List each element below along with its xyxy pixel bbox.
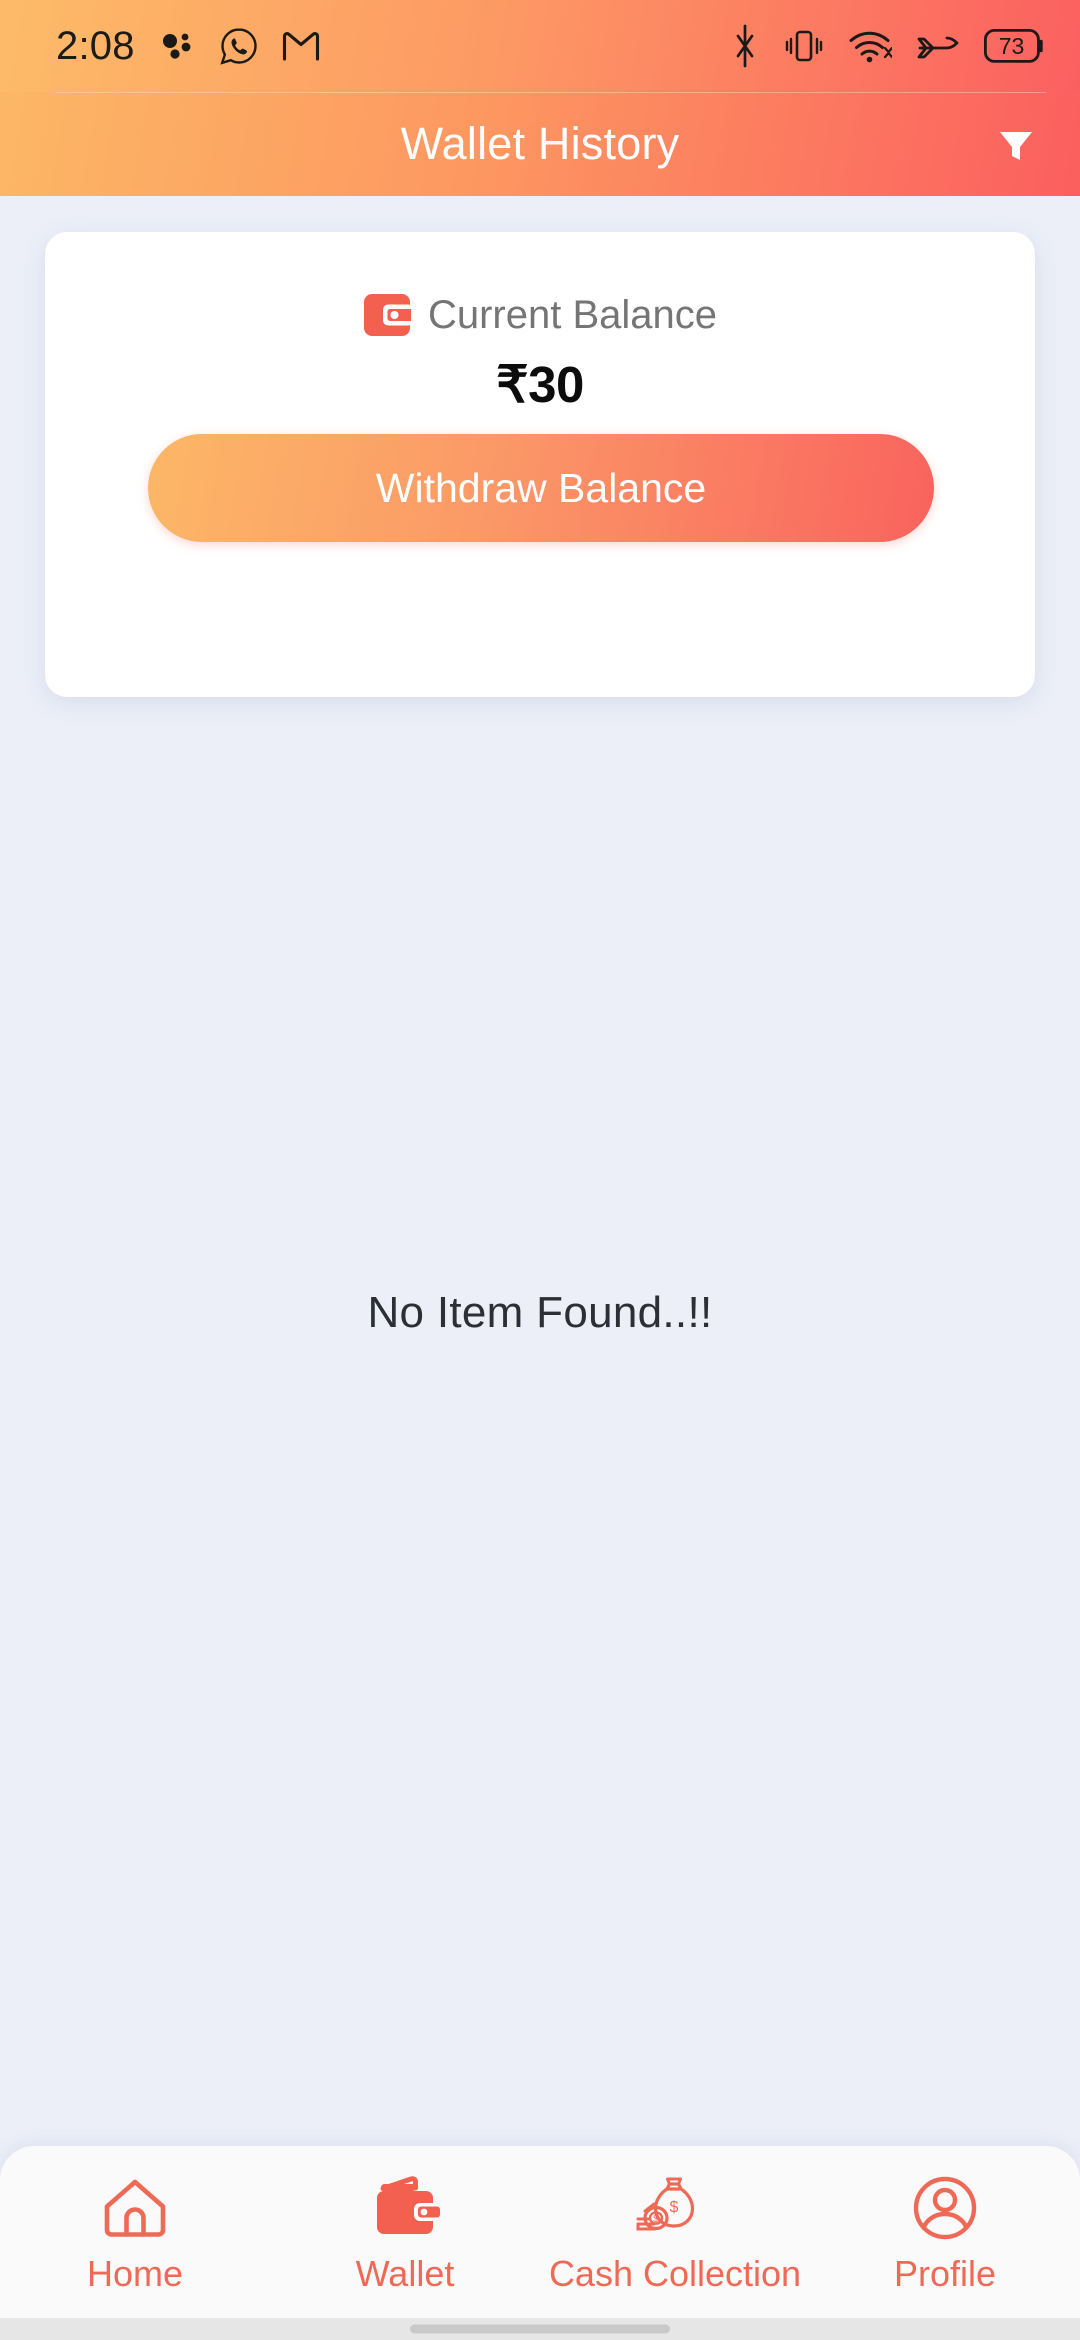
whatsapp-icon [220, 28, 257, 65]
gesture-pill[interactable] [410, 2324, 670, 2334]
gmail-icon [282, 32, 319, 61]
airplane-mode-icon [917, 36, 959, 59]
svg-text:$: $ [670, 2199, 679, 2216]
nav-label-home: Home [86, 2253, 184, 2294]
nav-item-wallet[interactable]: Wallet [270, 2172, 540, 2295]
status-bar: 2:08 73 [0, 0, 1080, 92]
wallet-filled-icon [370, 2172, 440, 2244]
nav-item-profile[interactable]: Profile [810, 2172, 1080, 2295]
dots-cluster-icon [162, 33, 191, 59]
battery-percent-label: 73 [998, 32, 1025, 59]
empty-state-message: No Item Found..!! [367, 1288, 713, 1337]
filter-button[interactable] [978, 106, 1054, 182]
vibrate-icon [785, 30, 823, 62]
home-icon [101, 2172, 169, 2244]
balance-label-row: Current Balance [45, 292, 1035, 338]
gesture-navigation-bar[interactable] [0, 2318, 1080, 2340]
bottom-navigation-bar: Home Wallet $ $ Cash Collection Profile [0, 2146, 1080, 2318]
nav-item-cash-collection[interactable]: $ $ Cash Collection [540, 2172, 810, 2295]
balance-label: Current Balance [427, 292, 718, 337]
wifi-icon [849, 31, 892, 63]
filter-funnel-icon [1000, 132, 1032, 160]
system-status-icons: 73 [730, 24, 1046, 68]
nav-label-wallet: Wallet [355, 2253, 455, 2294]
person-circle-icon [911, 2172, 979, 2244]
withdraw-balance-button[interactable]: Withdraw Balance [148, 434, 934, 542]
nav-item-home[interactable]: Home [0, 2172, 270, 2295]
nav-label-cash-collection: Cash Collection [548, 2253, 802, 2294]
wallet-icon [363, 294, 411, 336]
current-balance-card: Current Balance ₹30 Withdraw Balance [45, 232, 1035, 697]
battery-icon: 73 [984, 29, 1046, 63]
notification-icons [161, 26, 321, 66]
balance-amount: ₹30 [496, 356, 584, 413]
bluetooth-icon [736, 24, 754, 68]
phone-screen: 2:08 73 Wallet History Current Balance ₹… [0, 0, 1080, 2340]
page-title: Wallet History [400, 118, 680, 169]
app-bar: Wallet History [0, 92, 1080, 196]
money-bag-icon: $ $ [636, 2172, 714, 2244]
status-clock: 2:08 [56, 23, 135, 68]
nav-label-profile: Profile [893, 2253, 997, 2294]
